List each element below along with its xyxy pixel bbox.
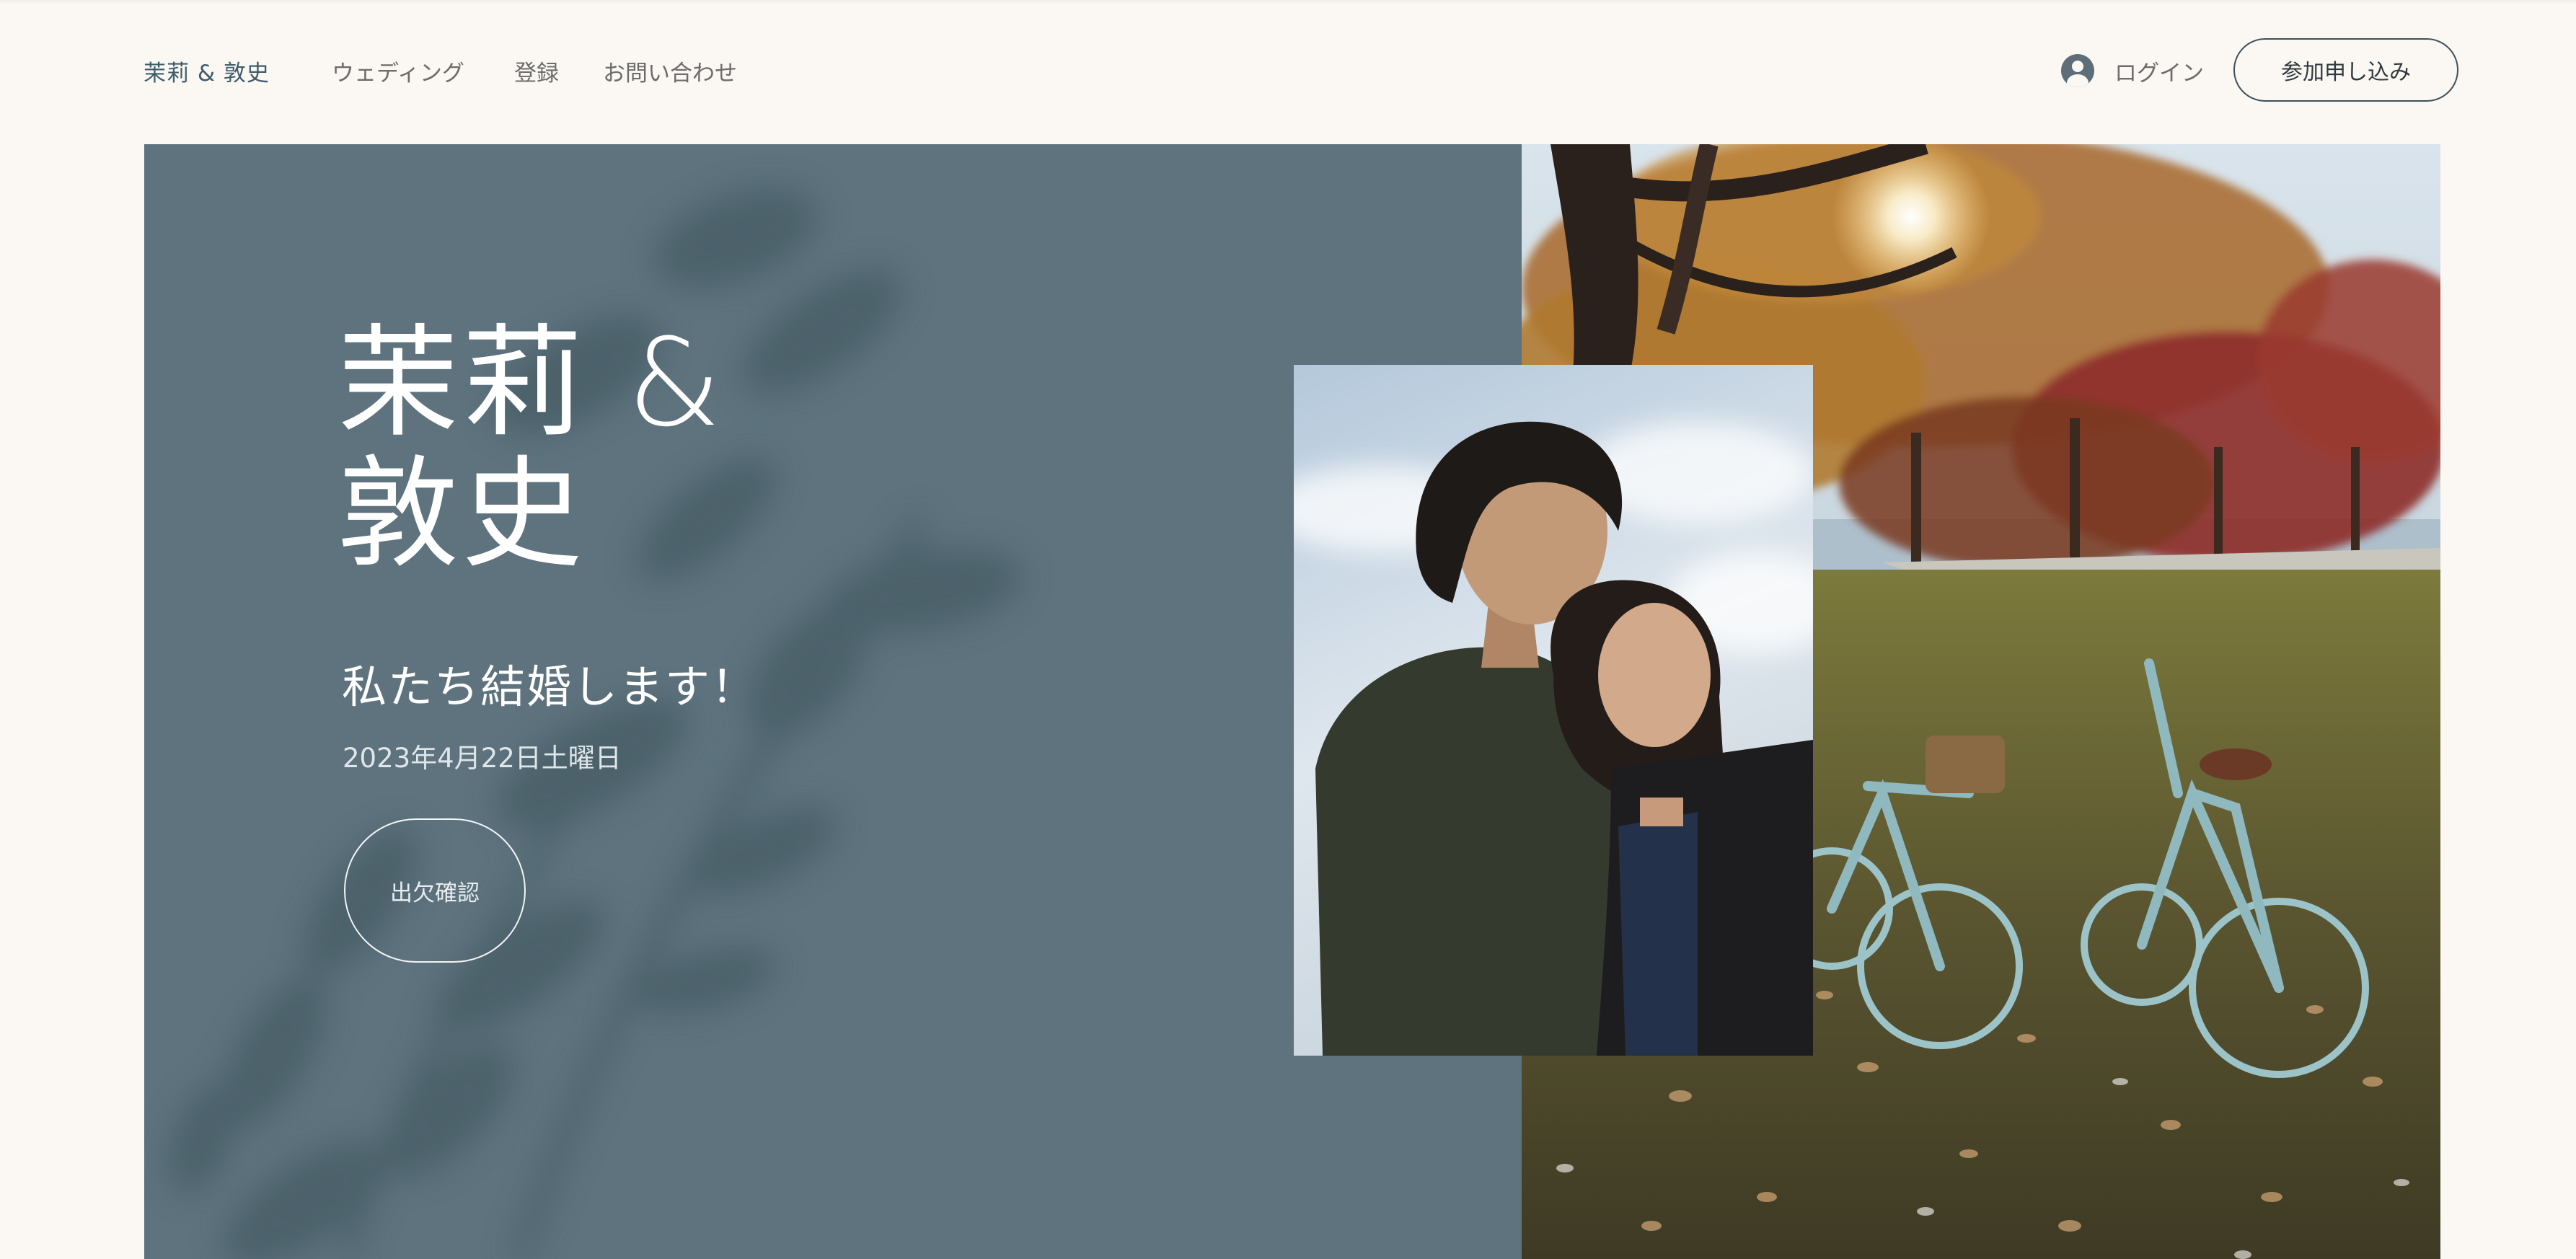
hero-title-line1: 茉莉 & bbox=[338, 312, 725, 454]
couple-photo-illustration bbox=[1294, 365, 1813, 1056]
login-label: ログイン bbox=[2114, 60, 2204, 87]
hero-title: 茉莉 & 敦史 bbox=[338, 317, 724, 580]
rsvp-button[interactable]: 出欠確認 bbox=[344, 818, 526, 963]
nav-item-wedding[interactable]: ウェディング bbox=[332, 55, 464, 87]
couple-photo bbox=[1294, 365, 1813, 1056]
wedding-date: 2023年4月22日土曜日 bbox=[343, 743, 622, 774]
header-divider bbox=[0, 0, 2576, 4]
site-header: 茉莉 & 敦史 ウェディング 登録 お問い合わせ ログイン 参加申し込み bbox=[0, 0, 2576, 144]
site-logo[interactable]: 茉莉 & 敦史 bbox=[144, 55, 270, 87]
nav-item-register[interactable]: 登録 bbox=[514, 55, 559, 87]
hero-title-line2: 敦史 bbox=[338, 443, 586, 585]
hero-subtitle: 私たち結婚します！ bbox=[342, 661, 758, 713]
signup-button[interactable]: 参加申し込み bbox=[2233, 38, 2458, 102]
nav-item-contact[interactable]: お問い合わせ bbox=[603, 55, 737, 87]
login-link[interactable]: ログイン bbox=[2061, 52, 2204, 89]
user-avatar-icon bbox=[2061, 54, 2094, 87]
